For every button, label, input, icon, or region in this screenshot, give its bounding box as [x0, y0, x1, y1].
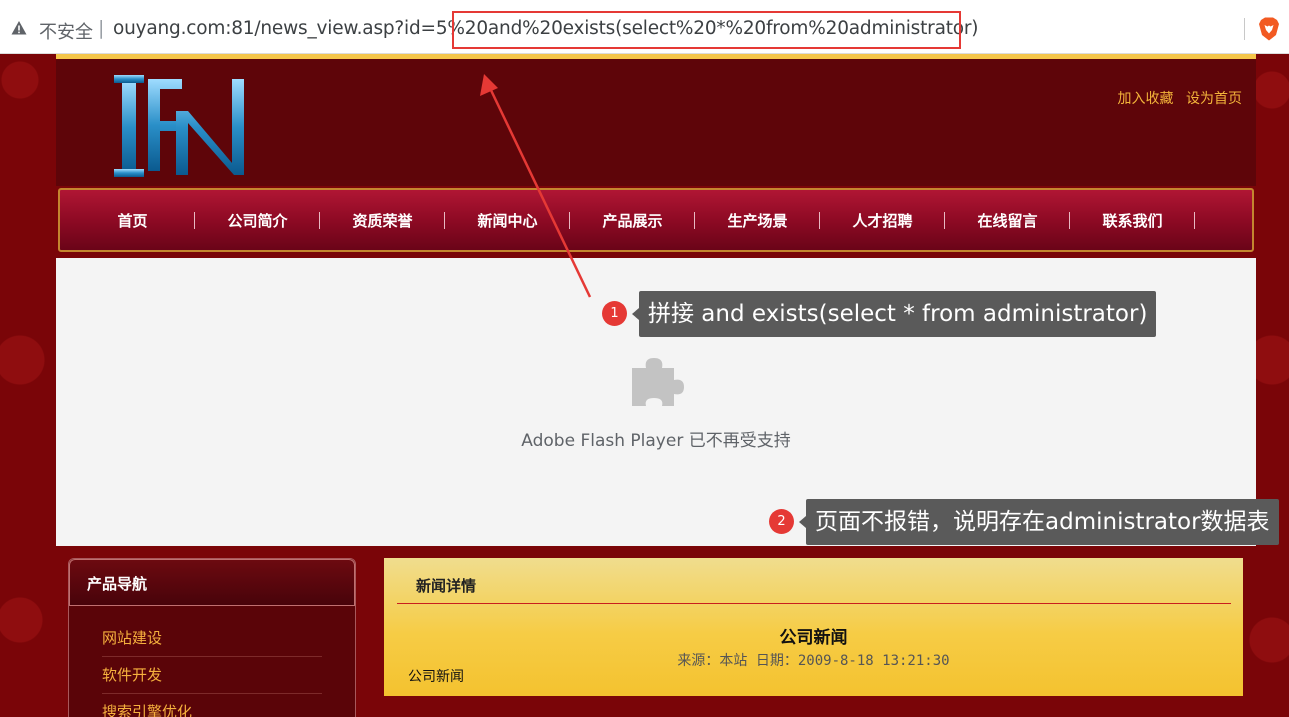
product-sidebar: 产品导航 网站建设 软件开发 搜索引擎优化: [68, 558, 356, 717]
set-homepage-link[interactable]: 设为首页: [1186, 91, 1242, 107]
brave-shield-icon[interactable]: [1258, 17, 1280, 41]
nav-item-home[interactable]: 首页: [70, 210, 195, 231]
nav-item-news[interactable]: 新闻中心: [445, 210, 570, 231]
top-links: 加入收藏 设为首页: [1110, 88, 1242, 108]
news-divider: [397, 603, 1231, 604]
website: 加入收藏 设为首页 首页 公司简介 资质荣誉 新闻中心 产品展示 生产场景 人才…: [56, 54, 1256, 717]
sidebar-title: 产品导航: [69, 559, 355, 606]
news-heading: 公司新闻: [779, 628, 848, 648]
news-section-title: 新闻详情: [416, 577, 477, 595]
nav-item-production[interactable]: 生产场景: [695, 210, 820, 231]
nav-item-products[interactable]: 产品展示: [570, 210, 695, 231]
news-detail-panel: 新闻详情 公司新闻 来源：本站 日期：2009-8-18 13:21:30 公司…: [384, 558, 1243, 696]
news-body: 公司新闻: [408, 669, 464, 685]
news-meta: 来源：本站 日期：2009-8-18 13:21:30: [677, 653, 950, 669]
sidebar-item-software[interactable]: 软件开发: [102, 657, 322, 694]
main-nav: 首页 公司简介 资质荣誉 新闻中心 产品展示 生产场景 人才招聘 在线留言 联系…: [58, 188, 1254, 252]
nav-item-about[interactable]: 公司简介: [195, 210, 320, 231]
plugin-puzzle-icon: [632, 358, 684, 406]
nav-item-honors[interactable]: 资质荣誉: [320, 210, 445, 231]
callout-1: 拼接 and exists(select * from administrato…: [631, 291, 1157, 337]
toolbar-divider: [1244, 18, 1245, 40]
security-label[interactable]: 不安全: [39, 18, 93, 44]
add-favorite-link[interactable]: 加入收藏: [1118, 91, 1174, 107]
sidebar-item-website[interactable]: 网站建设: [102, 620, 322, 657]
nav-item-contact[interactable]: 联系我们: [1070, 210, 1195, 231]
url-highlight-box: [452, 11, 961, 49]
site-logo[interactable]: [112, 71, 254, 181]
address-bar[interactable]: 不安全 | ouyang.com:81/news_view.asp?id=5%2…: [0, 0, 1289, 54]
url-separator: |: [98, 17, 105, 39]
sidebar-links: 网站建设 软件开发 搜索引擎优化: [69, 606, 355, 717]
callout-2: 页面不报错，说明存在administrator数据表: [799, 499, 1279, 545]
callout-1-number: 1: [602, 301, 627, 326]
nav-item-message[interactable]: 在线留言: [945, 210, 1070, 231]
site-header: 加入收藏 设为首页: [56, 54, 1256, 186]
callout-2-number: 2: [769, 509, 794, 534]
sidebar-item-seo[interactable]: 搜索引擎优化: [102, 694, 322, 717]
warning-icon[interactable]: [11, 20, 27, 36]
nav-item-careers[interactable]: 人才招聘: [820, 210, 945, 231]
flash-message: Adobe Flash Player 已不再受支持: [521, 431, 791, 451]
